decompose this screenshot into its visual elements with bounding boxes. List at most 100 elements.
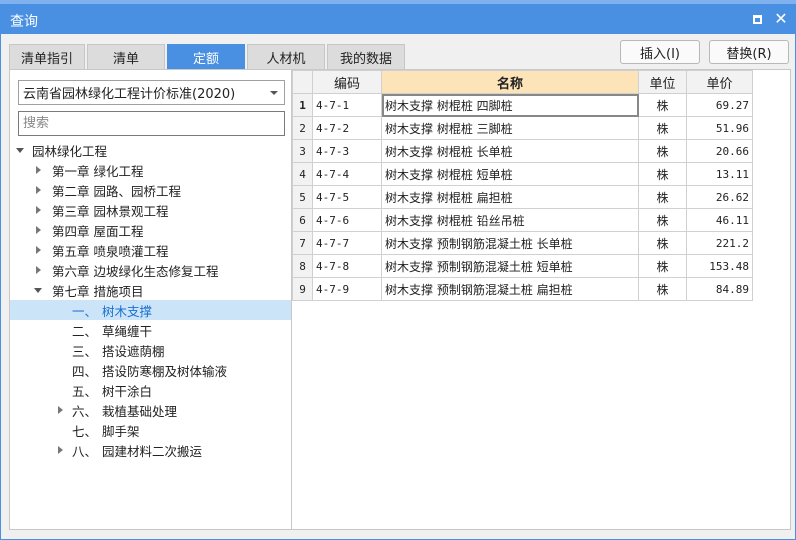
table-row[interactable]: 5 4-7-5 树木支撑 树棍桩 扁担桩株 26.62 (292, 185, 753, 209)
code-cell[interactable]: 4-7-9 (312, 277, 382, 301)
collapse-arrow-icon[interactable] (36, 246, 41, 254)
tree-node[interactable]: 园林绿化工程 (10, 140, 291, 160)
row-number-cell[interactable]: 9 (292, 277, 313, 301)
tree-node[interactable]: 第六章 边坡绿化生态修复工程 (10, 260, 291, 280)
tree-node[interactable]: 第二章 园路、园桥工程 (10, 180, 291, 200)
price-cell[interactable]: 69.27 (686, 93, 753, 117)
tree-node[interactable]: 八、 园建材料二次搬运 (10, 440, 291, 460)
row-number-cell[interactable]: 2 (292, 116, 313, 140)
table-row[interactable]: 2 4-7-2 树木支撑 树棍桩 三脚桩株 51.96 (292, 116, 753, 140)
code-column-header[interactable]: 编码 (312, 70, 382, 94)
row-number-cell[interactable]: 5 (292, 185, 313, 209)
unit-cell[interactable]: 株 (638, 277, 687, 301)
table-row[interactable]: 7 4-7-7 树木支撑 预制钢筋混凝土桩 长单桩株 221.2 (292, 231, 753, 255)
unit-cell[interactable]: 株 (638, 254, 687, 278)
row-number-cell[interactable]: 7 (292, 231, 313, 255)
search-input[interactable] (18, 111, 285, 136)
maximize-icon[interactable] (748, 10, 766, 28)
collapse-arrow-icon[interactable] (36, 206, 41, 214)
tab-quota[interactable]: 定额 (167, 44, 245, 69)
tree-node[interactable]: 第三章 园林景观工程 (10, 200, 291, 220)
tree-node-label: 草绳缠干 (102, 323, 153, 339)
tree-node[interactable]: 二、 草绳缠干 (10, 320, 291, 340)
tree-node[interactable]: 第一章 绿化工程 (10, 160, 291, 180)
tree-node-number: 二、 (72, 323, 98, 339)
collapse-arrow-icon[interactable] (58, 446, 63, 454)
collapse-arrow-icon[interactable] (58, 406, 63, 414)
name-column-header[interactable]: 名称 (381, 70, 639, 94)
price-cell[interactable]: 153.48 (686, 254, 753, 278)
price-cell[interactable]: 84.89 (686, 277, 753, 301)
price-cell[interactable]: 46.11 (686, 208, 753, 232)
table-row[interactable]: 9 4-7-9 树木支撑 预制钢筋混凝土桩 扁担桩株 84.89 (292, 277, 753, 301)
expand-arrow-icon[interactable] (34, 288, 42, 293)
library-select[interactable]: 云南省园林绿化工程计价标准(2020) (18, 80, 285, 105)
tree-node[interactable]: 五、 树干涂白 (10, 380, 291, 400)
price-column-header[interactable]: 单价 (686, 70, 753, 94)
row-number-cell[interactable]: 6 (292, 208, 313, 232)
row-number-cell[interactable]: 8 (292, 254, 313, 278)
name-cell[interactable]: 树木支撑 预制钢筋混凝土桩 长单桩 (381, 231, 639, 255)
tree-node[interactable]: 三、 搭设遮荫棚 (10, 340, 291, 360)
name-cell[interactable]: 树木支撑 预制钢筋混凝土桩 扁担桩 (381, 277, 639, 301)
close-icon[interactable]: ✕ (772, 10, 790, 28)
unit-cell[interactable]: 株 (638, 162, 687, 186)
table-row[interactable]: 3 4-7-3 树木支撑 树棍桩 长单桩株 20.66 (292, 139, 753, 163)
code-cell[interactable]: 4-7-3 (312, 139, 382, 163)
unit-cell[interactable]: 株 (638, 116, 687, 140)
code-cell[interactable]: 4-7-6 (312, 208, 382, 232)
expand-arrow-icon[interactable] (16, 148, 24, 153)
tree-node-label: 第六章 边坡绿化生态修复工程 (52, 263, 219, 279)
name-cell[interactable]: 树木支撑 树棍桩 扁担桩 (381, 185, 639, 209)
price-cell[interactable]: 13.11 (686, 162, 753, 186)
tab-bar: 清单指引 清单 定额 人材机 我的数据 (9, 44, 405, 69)
chapter-tree: 园林绿化工程 第一章 绿化工程 第二章 园路、园桥工程 第三章 园林景观工程 第四章 屋… (10, 140, 291, 460)
code-cell[interactable]: 4-7-5 (312, 185, 382, 209)
code-cell[interactable]: 4-7-2 (312, 116, 382, 140)
price-cell[interactable]: 26.62 (686, 185, 753, 209)
tree-node[interactable]: 六、 栽植基础处理 (10, 400, 291, 420)
name-cell[interactable]: 树木支撑 树棍桩 铅丝吊桩 (381, 208, 639, 232)
code-cell[interactable]: 4-7-4 (312, 162, 382, 186)
tree-node[interactable]: 第四章 屋面工程 (10, 220, 291, 240)
table-row[interactable]: 4 4-7-4 树木支撑 树棍桩 短单桩株 13.11 (292, 162, 753, 186)
tree-node[interactable]: 四、 搭设防寒棚及树体输液 (10, 360, 291, 380)
code-cell[interactable]: 4-7-8 (312, 254, 382, 278)
collapse-arrow-icon[interactable] (36, 186, 41, 194)
tab-list-guide[interactable]: 清单指引 (9, 44, 85, 69)
table-row[interactable]: 8 4-7-8 树木支撑 预制钢筋混凝土桩 短单桩株 153.48 (292, 254, 753, 278)
insert-button[interactable]: 插入(I) (620, 40, 700, 64)
unit-cell[interactable]: 株 (638, 185, 687, 209)
collapse-arrow-icon[interactable] (36, 226, 41, 234)
name-cell[interactable]: 树木支撑 预制钢筋混凝土桩 短单桩 (381, 254, 639, 278)
tree-node[interactable]: 第七章 措施项目 (10, 280, 291, 300)
replace-button[interactable]: 替换(R) (709, 40, 789, 64)
unit-column-header[interactable]: 单位 (638, 70, 687, 94)
price-cell[interactable]: 51.96 (686, 116, 753, 140)
table-row[interactable]: 1 4-7-1 树木支撑 树棍桩 四脚桩株 69.27 (292, 93, 753, 117)
tree-node[interactable]: 一、 树木支撑 (10, 300, 291, 320)
tree-node[interactable]: 七、 脚手架 (10, 420, 291, 440)
code-cell[interactable]: 4-7-1 (312, 93, 382, 117)
unit-cell[interactable]: 株 (638, 231, 687, 255)
price-cell[interactable]: 20.66 (686, 139, 753, 163)
tab-labor-material-machine[interactable]: 人材机 (247, 44, 325, 69)
unit-cell[interactable]: 株 (638, 139, 687, 163)
name-cell[interactable]: 树木支撑 树棍桩 短单桩 (381, 162, 639, 186)
name-cell[interactable]: 树木支撑 树棍桩 三脚桩 (381, 116, 639, 140)
unit-cell[interactable]: 株 (638, 93, 687, 117)
name-cell[interactable]: 树木支撑 树棍桩 四脚桩 (381, 93, 639, 117)
row-number-cell[interactable]: 1 (292, 93, 313, 117)
tab-my-data[interactable]: 我的数据 (327, 44, 405, 69)
unit-cell[interactable]: 株 (638, 208, 687, 232)
code-cell[interactable]: 4-7-7 (312, 231, 382, 255)
row-number-cell[interactable]: 4 (292, 162, 313, 186)
price-cell[interactable]: 221.2 (686, 231, 753, 255)
collapse-arrow-icon[interactable] (36, 166, 41, 174)
tab-list[interactable]: 清单 (87, 44, 165, 69)
tree-node[interactable]: 第五章 喷泉喷灌工程 (10, 240, 291, 260)
row-number-cell[interactable]: 3 (292, 139, 313, 163)
name-cell[interactable]: 树木支撑 树棍桩 长单桩 (381, 139, 639, 163)
table-row[interactable]: 6 4-7-6 树木支撑 树棍桩 铅丝吊桩株 46.11 (292, 208, 753, 232)
collapse-arrow-icon[interactable] (36, 266, 41, 274)
